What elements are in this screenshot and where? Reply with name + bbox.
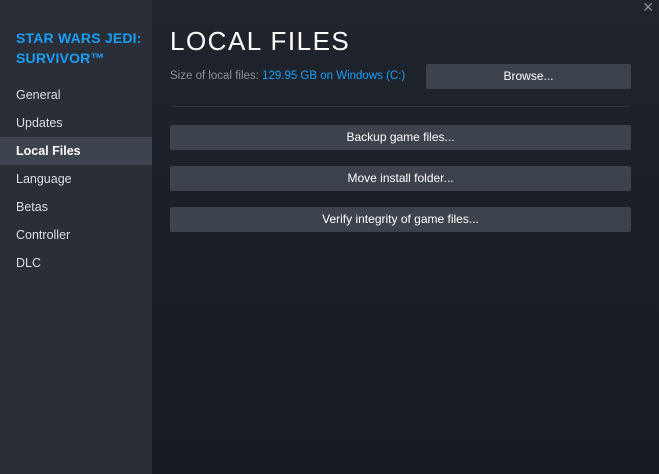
main-panel: ✕ LOCAL FILES Size of local files: 129.9… (152, 0, 659, 474)
sidebar-item-language[interactable]: Language (0, 165, 152, 193)
verify-integrity-button[interactable]: Verify integrity of game files... (170, 207, 631, 232)
sidebar-item-betas[interactable]: Betas (0, 193, 152, 221)
sidebar-item-updates[interactable]: Updates (0, 109, 152, 137)
sidebar-item-dlc[interactable]: DLC (0, 249, 152, 277)
game-title: STAR WARS JEDI: SURVIVOR™ (16, 30, 142, 66)
sidebar: STAR WARS JEDI: SURVIVOR™ General Update… (0, 0, 152, 474)
sidebar-item-controller[interactable]: Controller (0, 221, 152, 249)
sidebar-nav: General Updates Local Files Language Bet… (0, 81, 152, 277)
divider (170, 106, 631, 107)
local-files-size: Size of local files: 129.95 GB on Window… (170, 70, 405, 82)
size-label: Size of local files: (170, 70, 259, 82)
backup-game-files-button[interactable]: Backup game files... (170, 125, 631, 150)
sidebar-item-general[interactable]: General (0, 81, 152, 109)
move-install-folder-button[interactable]: Move install folder... (170, 166, 631, 191)
size-value: 129.95 GB on Windows (C:) (262, 70, 406, 82)
close-icon[interactable]: ✕ (642, 0, 654, 14)
page-title: LOCAL FILES (170, 26, 351, 56)
properties-window: STAR WARS JEDI: SURVIVOR™ General Update… (0, 0, 659, 474)
sidebar-item-local-files[interactable]: Local Files (0, 137, 152, 165)
browse-button[interactable]: Browse... (426, 64, 631, 89)
